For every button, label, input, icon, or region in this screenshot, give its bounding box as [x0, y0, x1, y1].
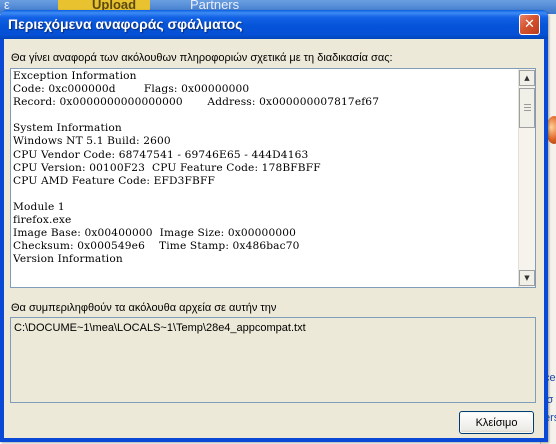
- report-line: firefox.exe: [13, 214, 72, 227]
- report-content: Exception Information Code: 0xc000000d Fl…: [13, 70, 519, 286]
- report-line: Exception Information: [13, 70, 137, 82]
- vertical-scrollbar[interactable]: ▲ ▼: [518, 69, 535, 287]
- report-line: System Information: [13, 122, 122, 135]
- files-textbox[interactable]: C:\DOCUME~1\mea\LOCALS~1\Temp\28e4_appco…: [10, 317, 536, 403]
- dialog-title: Περιεχόμενα αναφοράς σφάλματος: [8, 16, 243, 32]
- scrollbar-thumb[interactable]: [519, 88, 535, 128]
- scroll-up-arrow-icon[interactable]: ▲: [519, 70, 535, 86]
- close-icon[interactable]: ✕: [519, 14, 540, 35]
- report-line: [13, 188, 519, 201]
- report-line: Checksum: 0x000549e6 Time Stamp: 0x486ba…: [13, 240, 300, 253]
- report-line: Windows NT 5.1 Build: 2600: [13, 135, 171, 148]
- report-label: Θα γίνει αναφορά των ακόλουθων πληροφορι…: [11, 52, 393, 64]
- report-line: [13, 109, 519, 122]
- dialog-body: Θα γίνει αναφορά των ακόλουθων πληροφορι…: [4, 39, 544, 438]
- report-line: Record: 0x0000000000000000 Address: 0x00…: [13, 96, 380, 109]
- report-line: Image Base: 0x00400000 Image Size: 0x000…: [13, 227, 297, 240]
- error-report-dialog: Περιεχόμενα αναφοράς σφάλματος ✕ Θα γίνε…: [0, 10, 548, 442]
- report-line: Module 1: [13, 200, 65, 213]
- scroll-down-arrow-icon[interactable]: ▼: [519, 270, 535, 286]
- report-line: CPU Vendor Code: 68747541 - 69746E65 - 4…: [13, 148, 309, 161]
- report-textbox[interactable]: Exception Information Code: 0xc000000d Fl…: [10, 68, 536, 288]
- file-path: C:\DOCUME~1\mea\LOCALS~1\Temp\28e4_appco…: [14, 322, 306, 334]
- files-label: Θα συμπεριληφθούν τα ακόλουθα αρχεία σε …: [11, 302, 277, 314]
- close-button[interactable]: Κλείσιμο: [459, 411, 534, 434]
- title-bar[interactable]: Περιεχόμενα αναφοράς σφάλματος ✕: [0, 10, 548, 39]
- report-line: CPU AMD Feature Code: EFD3FBFF: [13, 174, 215, 187]
- report-line: CPU Version: 00100F23 CPU Feature Code: …: [13, 161, 321, 174]
- report-line: Version Information: [13, 253, 123, 266]
- report-line: Code: 0xc000000d Flags: 0x00000000: [13, 83, 250, 96]
